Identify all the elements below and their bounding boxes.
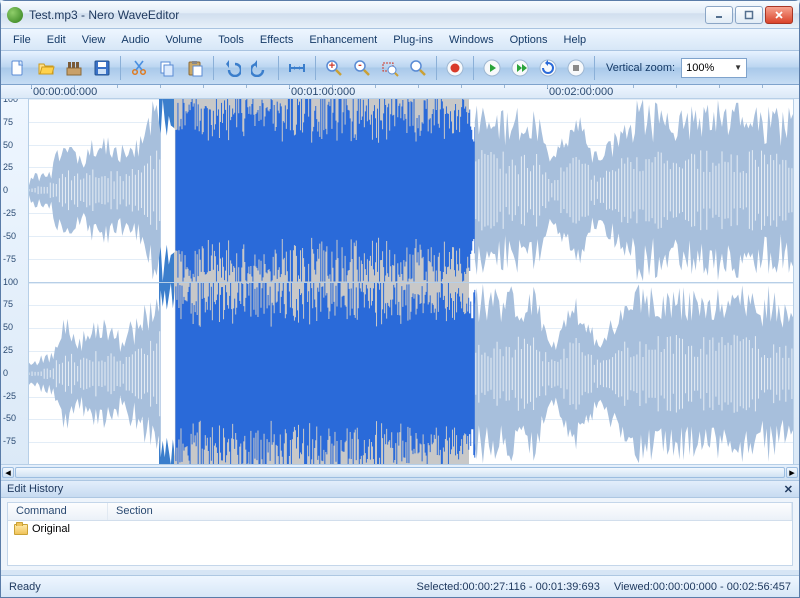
channel-right[interactable] [29,282,799,465]
vertical-zoom-value: 100% [686,62,714,74]
menu-options[interactable]: Options [502,31,556,49]
cut-button[interactable] [126,55,152,81]
toolbar-separator [473,56,474,80]
edit-history-header: Edit History ✕ [1,480,799,498]
menu-edit[interactable]: Edit [39,31,74,49]
menu-windows[interactable]: Windows [441,31,502,49]
folder-icon [14,524,28,535]
toolbar-separator [436,56,437,80]
yaxis-label: -25 [3,208,16,218]
menu-file[interactable]: File [5,31,39,49]
channel-left[interactable] [29,99,799,282]
tick-label: 00:00:00:000 [33,86,97,98]
yaxis-label: 100 [3,99,18,104]
minimize-button[interactable] [705,6,733,24]
undo-button[interactable] [219,55,245,81]
vertical-zoom-select[interactable]: 100% ▼ [681,58,747,78]
history-row-command: Original [32,523,70,535]
menu-audio[interactable]: Audio [113,31,157,49]
edit-history-body: Command Section Original [1,498,799,570]
waveform-svg [29,99,799,282]
yaxis-label: 50 [3,322,13,332]
menu-tools[interactable]: Tools [210,31,252,49]
right-gutter [793,99,799,464]
status-selected: Selected:00:00:27:116 - 00:01:39:693 [417,581,600,593]
play-button[interactable] [479,55,505,81]
redo-button[interactable] [247,55,273,81]
toolbar: + - Vertical zoom: 100% ▼ [1,51,799,85]
menu-enhancement[interactable]: Enhancement [301,31,385,49]
history-list-header: Command Section [8,503,792,521]
library-button[interactable] [61,55,87,81]
toolbar-separator [315,56,316,80]
menu-plugins[interactable]: Plug-ins [385,31,441,49]
window-controls [705,6,793,24]
waveform-view[interactable]: 100 75 50 25 0 -25 -50 -75 100 75 50 25 0 -25 -50 -75 [1,99,799,464]
yaxis-label: -75 [3,436,16,446]
open-file-button[interactable] [33,55,59,81]
zoom-out-button[interactable]: - [349,55,375,81]
yaxis-label: 75 [3,299,13,309]
yaxis-label: 25 [3,345,13,355]
tick-label: 00:02:00:000 [549,86,613,98]
close-button[interactable] [765,6,793,24]
new-file-button[interactable] [5,55,31,81]
panel-title: Edit History [7,483,63,495]
title-bar: Test.mp3 - Nero WaveEditor [1,1,799,29]
window-title: Test.mp3 - Nero WaveEditor [29,8,705,22]
yaxis-label: 100 [3,277,18,287]
yaxis-label: 75 [3,117,13,127]
amplitude-axis: 100 75 50 25 0 -25 -50 -75 100 75 50 25 0 -25 -50 -75 [1,99,29,464]
toolbar-separator [278,56,279,80]
panel-close-button[interactable]: ✕ [784,483,793,496]
maximize-button[interactable] [735,6,763,24]
menu-volume[interactable]: Volume [158,31,211,49]
copy-button[interactable] [154,55,180,81]
stop-button[interactable] [563,55,589,81]
status-viewed: Viewed:00:00:00:000 - 00:02:56:457 [614,581,791,593]
menu-effects[interactable]: Effects [252,31,301,49]
status-bar: Ready Selected:00:00:27:116 - 00:01:39:6… [1,575,799,597]
column-command[interactable]: Command [8,503,108,520]
toolbar-separator [120,56,121,80]
selection-span-button[interactable] [284,55,310,81]
waveform-svg [29,283,799,465]
menu-view[interactable]: View [74,31,114,49]
zoom-full-button[interactable] [405,55,431,81]
yaxis-label: 0 [3,368,8,378]
paste-button[interactable] [182,55,208,81]
svg-text:+: + [329,60,335,72]
svg-text:-: - [358,59,362,71]
yaxis-label: -25 [3,391,16,401]
column-section[interactable]: Section [108,503,792,520]
toolbar-separator [594,56,595,80]
yaxis-label: -75 [3,254,16,264]
vertical-zoom-label: Vertical zoom: [606,62,675,74]
save-button[interactable] [89,55,115,81]
yaxis-label: 0 [3,185,8,195]
menu-help[interactable]: Help [556,31,595,49]
chevron-down-icon: ▼ [734,63,742,72]
zoom-in-button[interactable]: + [321,55,347,81]
toolbar-separator [213,56,214,80]
yaxis-label: -50 [3,413,16,423]
tick-label: 00:01:00:000 [291,86,355,98]
record-button[interactable] [442,55,468,81]
rewind-button[interactable] [535,55,561,81]
history-row[interactable]: Original [8,521,792,537]
status-ready: Ready [9,581,41,593]
scroll-right-button[interactable]: ▸ [786,467,798,478]
zoom-selection-button[interactable] [377,55,403,81]
yaxis-label: -50 [3,231,16,241]
app-icon [7,7,23,23]
menu-bar: File Edit View Audio Volume Tools Effect… [1,29,799,51]
play-loop-button[interactable] [507,55,533,81]
yaxis-label: 25 [3,162,13,172]
scroll-left-button[interactable]: ◂ [2,467,14,478]
yaxis-label: 50 [3,140,13,150]
time-ruler[interactable]: 00:00:00:000 00:01:00:000 00:02:00:000 [1,85,799,99]
history-list: Command Section Original [7,502,793,566]
horizontal-scrollbar[interactable]: ◂ ▸ [1,464,799,480]
scroll-thumb[interactable] [15,467,785,478]
